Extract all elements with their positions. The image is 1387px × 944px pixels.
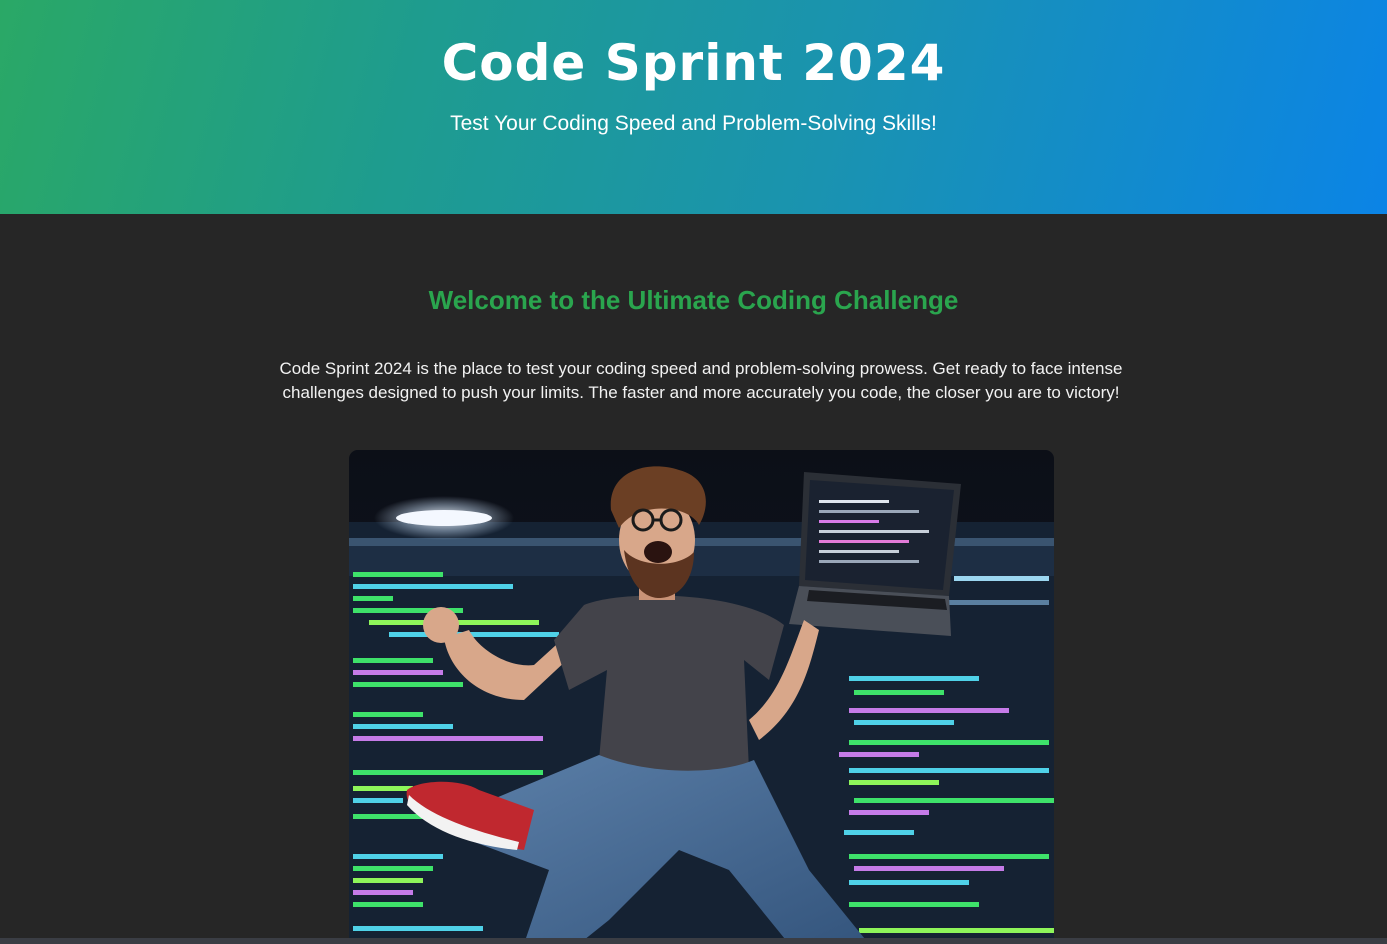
celebrating-coder-illustration — [349, 450, 1054, 944]
main-content: Welcome to the Ultimate Coding Challenge… — [0, 214, 1387, 944]
page-subtitle: Test Your Coding Speed and Problem-Solvi… — [450, 112, 937, 135]
welcome-heading: Welcome to the Ultimate Coding Challenge — [428, 285, 959, 315]
hero-banner: Code Sprint 2024 Test Your Coding Speed … — [0, 0, 1387, 214]
celebrating-coder-image — [349, 450, 1054, 944]
intro-paragraph: Code Sprint 2024 is the place to test yo… — [279, 359, 1123, 402]
laptop-icon — [789, 472, 961, 636]
page-title: Code Sprint 2024 — [441, 34, 946, 92]
horizontal-scrollbar[interactable] — [0, 938, 1387, 944]
